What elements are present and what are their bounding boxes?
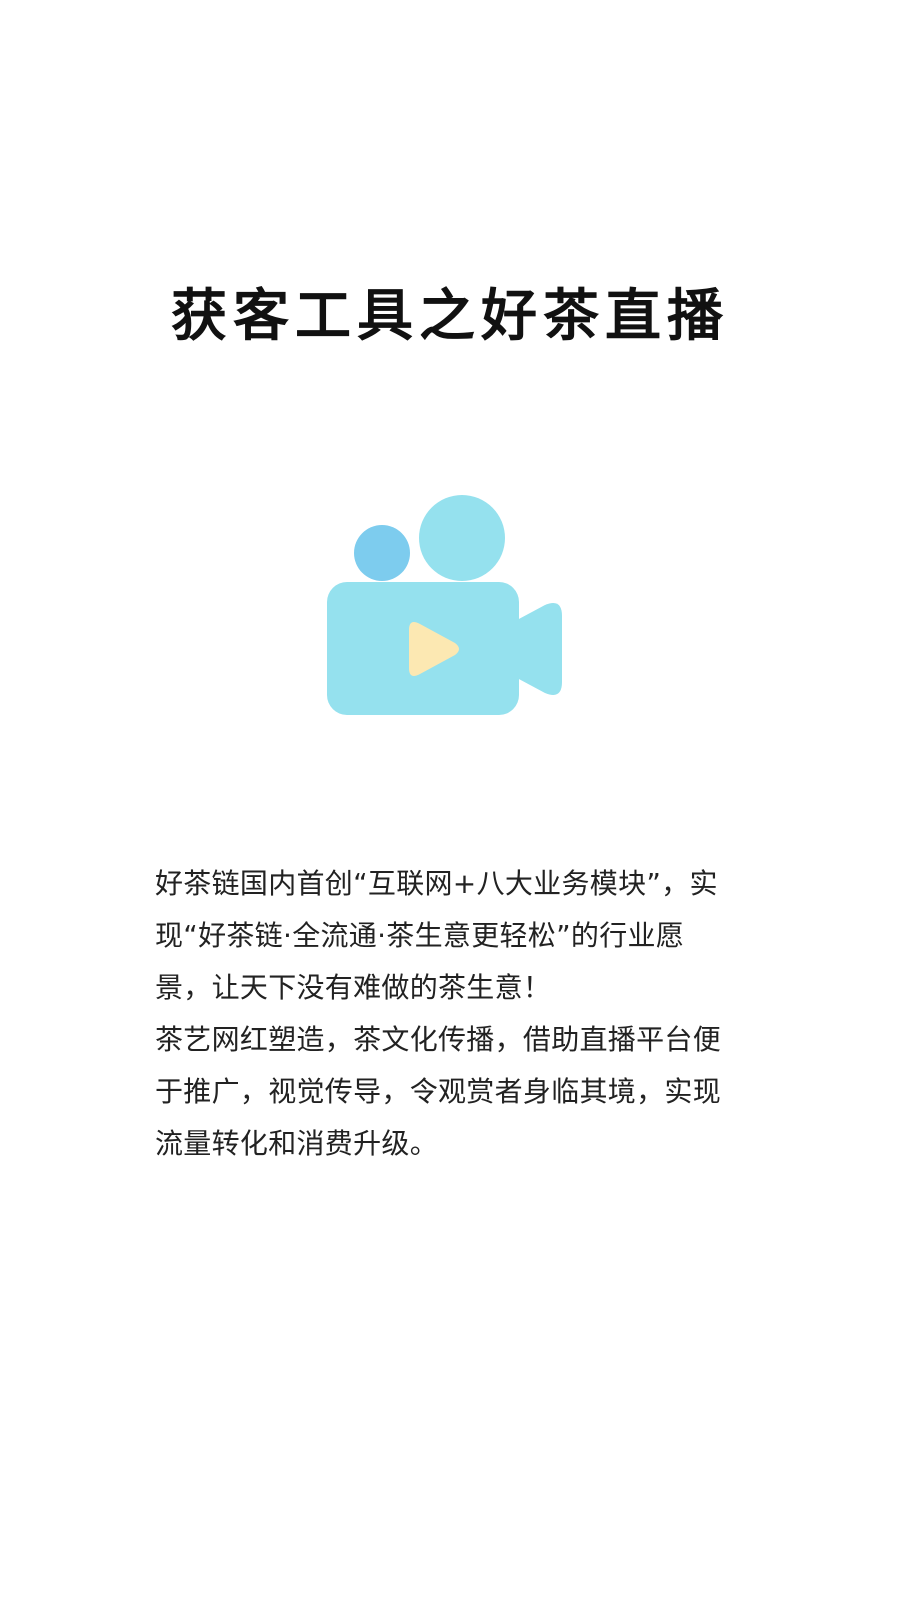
camera-reel-large [419, 495, 505, 581]
description-block: 好茶链国内首创“互联网+八大业务模块”，实现“好茶链·全流通·茶生意更轻松”的行… [155, 858, 735, 1170]
camera-lens [517, 603, 562, 695]
description-paragraph-2: 茶艺网红塑造，茶文化传播，借助直播平台便于推广，视觉传导，令观赏者身临其境，实现… [155, 1023, 722, 1160]
page-title: 获客工具之好茶直播 [171, 283, 729, 349]
video-camera-play-icon [327, 495, 562, 715]
description-paragraph-1: 好茶链国内首创“互联网+八大业务模块”，实现“好茶链·全流通·茶生意更轻松”的行… [155, 867, 718, 1004]
camera-reel-small [354, 525, 410, 581]
